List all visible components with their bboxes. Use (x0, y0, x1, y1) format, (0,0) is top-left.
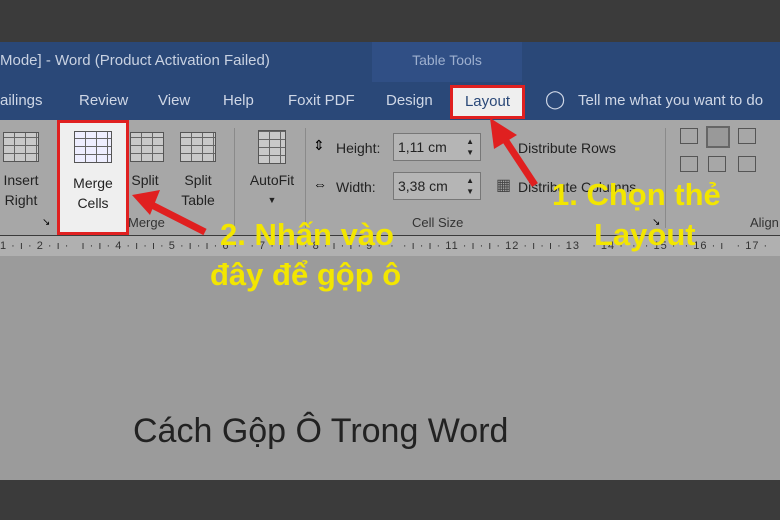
step2-annotation: 2. Nhấn vào đây để gộp ô (210, 215, 401, 295)
arrow-to-merge-cells (132, 190, 207, 236)
step1-annotation: 1. Chọn thẻ Layout (552, 175, 721, 255)
label: 1. Chọn thẻ (552, 177, 721, 212)
label: 2. Nhấn vào (220, 217, 394, 252)
label: Layout (594, 217, 696, 252)
arrow-to-layout (490, 118, 538, 187)
label: đây để gộp ô (210, 257, 402, 292)
